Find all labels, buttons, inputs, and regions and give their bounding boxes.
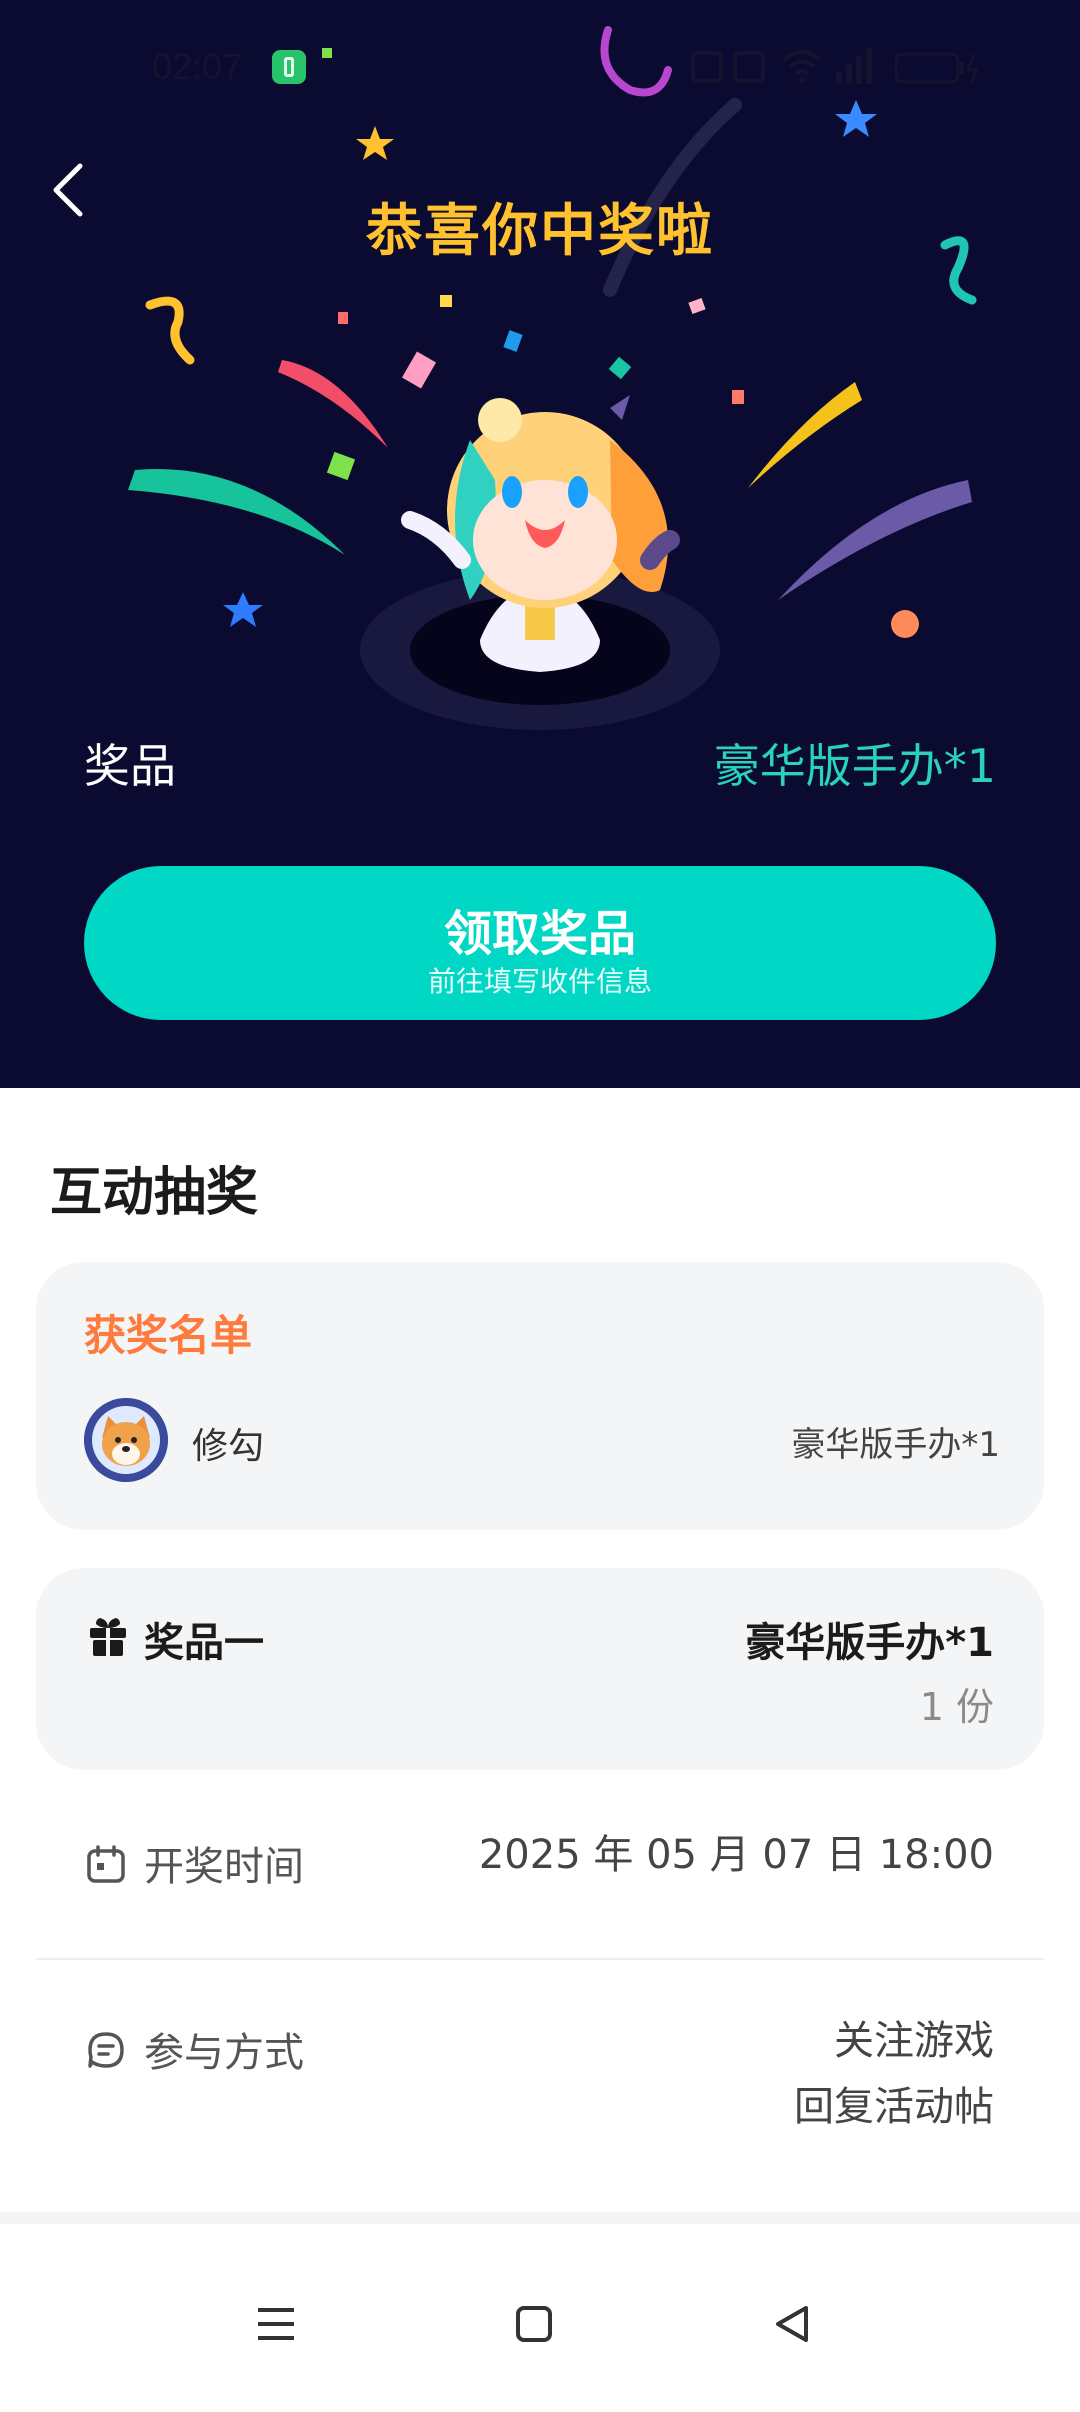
hero-banner: 02:07 恭喜你中奖啦 奖品 豪华版手办*1 领取奖品 前往填写收件信息 [0,0,1080,1088]
menu-icon [258,2308,294,2340]
calendar-icon [87,1845,125,1883]
prize-label: 奖品 [84,739,176,793]
avatar[interactable] [84,1398,168,1482]
winner-name: 修勾 [192,1426,265,1467]
nfc-icon [691,51,723,83]
participation-value-line2: 回复活动帖 [794,2084,994,2130]
prize-tier-label: 奖品一 [144,1620,264,1666]
prize-row: 奖品 豪华版手办*1 [84,730,996,800]
status-bar: 02:07 [0,40,1080,96]
sim-icon [733,51,765,83]
section-title: 互动抽奖 [50,1163,259,1223]
gift-icon [90,1618,126,1656]
winners-heading: 获奖名单 [84,1311,253,1360]
nav-back-button[interactable] [762,2294,822,2354]
nav-menu-button[interactable] [246,2294,306,2354]
home-icon [516,2306,552,2342]
claim-prize-button[interactable]: 领取奖品 前往填写收件信息 [84,866,996,1020]
participation-value: 关注游戏 回复活动帖 [794,2008,994,2140]
battery-charging-icon [272,50,306,84]
claim-button-title: 领取奖品 [443,906,636,962]
winners-card: 获奖名单 修勾 豪华版手办*1 [36,1262,1044,1530]
system-nav-bar [0,2212,1080,2412]
participation-row: 参与方式 关注游戏 回复活动帖 [86,2018,994,2160]
page-title: 恭喜你中奖啦 [366,199,714,264]
prize-tier-value: 豪华版手办*1 [745,1620,994,1666]
divider [36,1958,1044,1960]
back-triangle-icon [776,2306,808,2342]
draw-time-value: 2025 年 05 月 07 日 18:00 [478,1832,994,1878]
winner-prize: 豪华版手办*1 [791,1425,1000,1465]
draw-time-row: 开奖时间 2025 年 05 月 07 日 18:00 [86,1832,994,1894]
wifi-icon [782,50,822,83]
prize-tier-count: 1 份 [919,1685,994,1729]
nav-home-button[interactable] [504,2294,564,2354]
battery-icon [894,52,979,84]
prize-value: 豪华版手办*1 [713,739,996,793]
signal-icon [836,48,872,84]
draw-time-label: 开奖时间 [144,1844,304,1890]
status-time: 02:07 [152,46,243,87]
participation-value-line1: 关注游戏 [834,2018,994,2064]
claim-button-subtitle: 前往填写收件信息 [427,965,652,998]
prize-tier-card: 奖品一 豪华版手办*1 1 份 [36,1568,1044,1770]
participation-label: 参与方式 [144,2030,304,2076]
chat-icon [88,2032,124,2068]
